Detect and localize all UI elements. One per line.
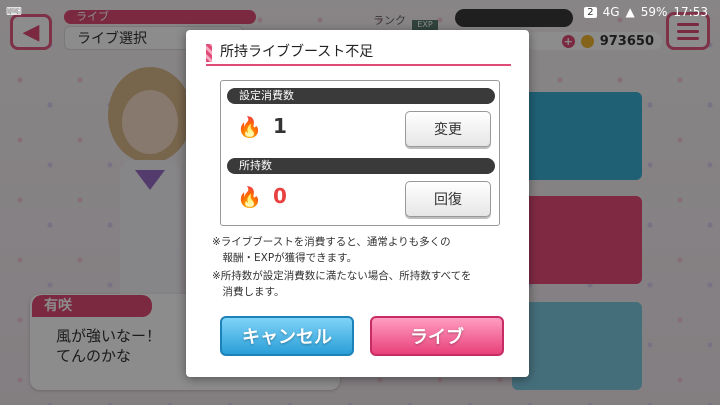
change-button[interactable]: 変更: [405, 111, 491, 147]
owned-label: 所持数: [227, 158, 495, 174]
boost-flame-icon: 🔥: [237, 185, 262, 209]
consume-note: ※所持数が設定消費数に満たない場合、所持数すべてを 消費します。: [212, 270, 472, 298]
status-bar: ⌨ 2 4G ▲ 59% 17:53: [0, 0, 720, 24]
battery-label: 59%: [640, 5, 668, 19]
boost-note: ※ライブブーストを消費すると、通常よりも多くの 報酬・EXPが獲得できます。: [212, 236, 451, 264]
sim-badge: 2: [584, 6, 597, 18]
title-stripe-icon: [206, 44, 212, 62]
signal-icon: ▲: [625, 5, 635, 19]
live-button[interactable]: ライブ: [370, 316, 504, 356]
network-indicator: 4G: [602, 5, 620, 19]
keyboard-icon: ⌨: [6, 5, 22, 18]
boost-shortage-dialog: 所持ライブブースト不足 設定消費数 🔥 1 変更 所持数 🔥 0 回復 ※ライブ…: [186, 30, 529, 377]
dialog-title: 所持ライブブースト不足: [206, 42, 511, 66]
owned-value: 0: [273, 184, 287, 208]
cancel-button[interactable]: キャンセル: [220, 316, 354, 356]
time: 17:53: [673, 5, 708, 19]
set-cost-label: 設定消費数: [227, 88, 495, 104]
recover-button[interactable]: 回復: [405, 181, 491, 217]
boost-info-box: 設定消費数 🔥 1 変更 所持数 🔥 0 回復: [220, 80, 500, 226]
boost-flame-icon: 🔥: [237, 115, 262, 139]
set-cost-value: 1: [273, 114, 287, 138]
